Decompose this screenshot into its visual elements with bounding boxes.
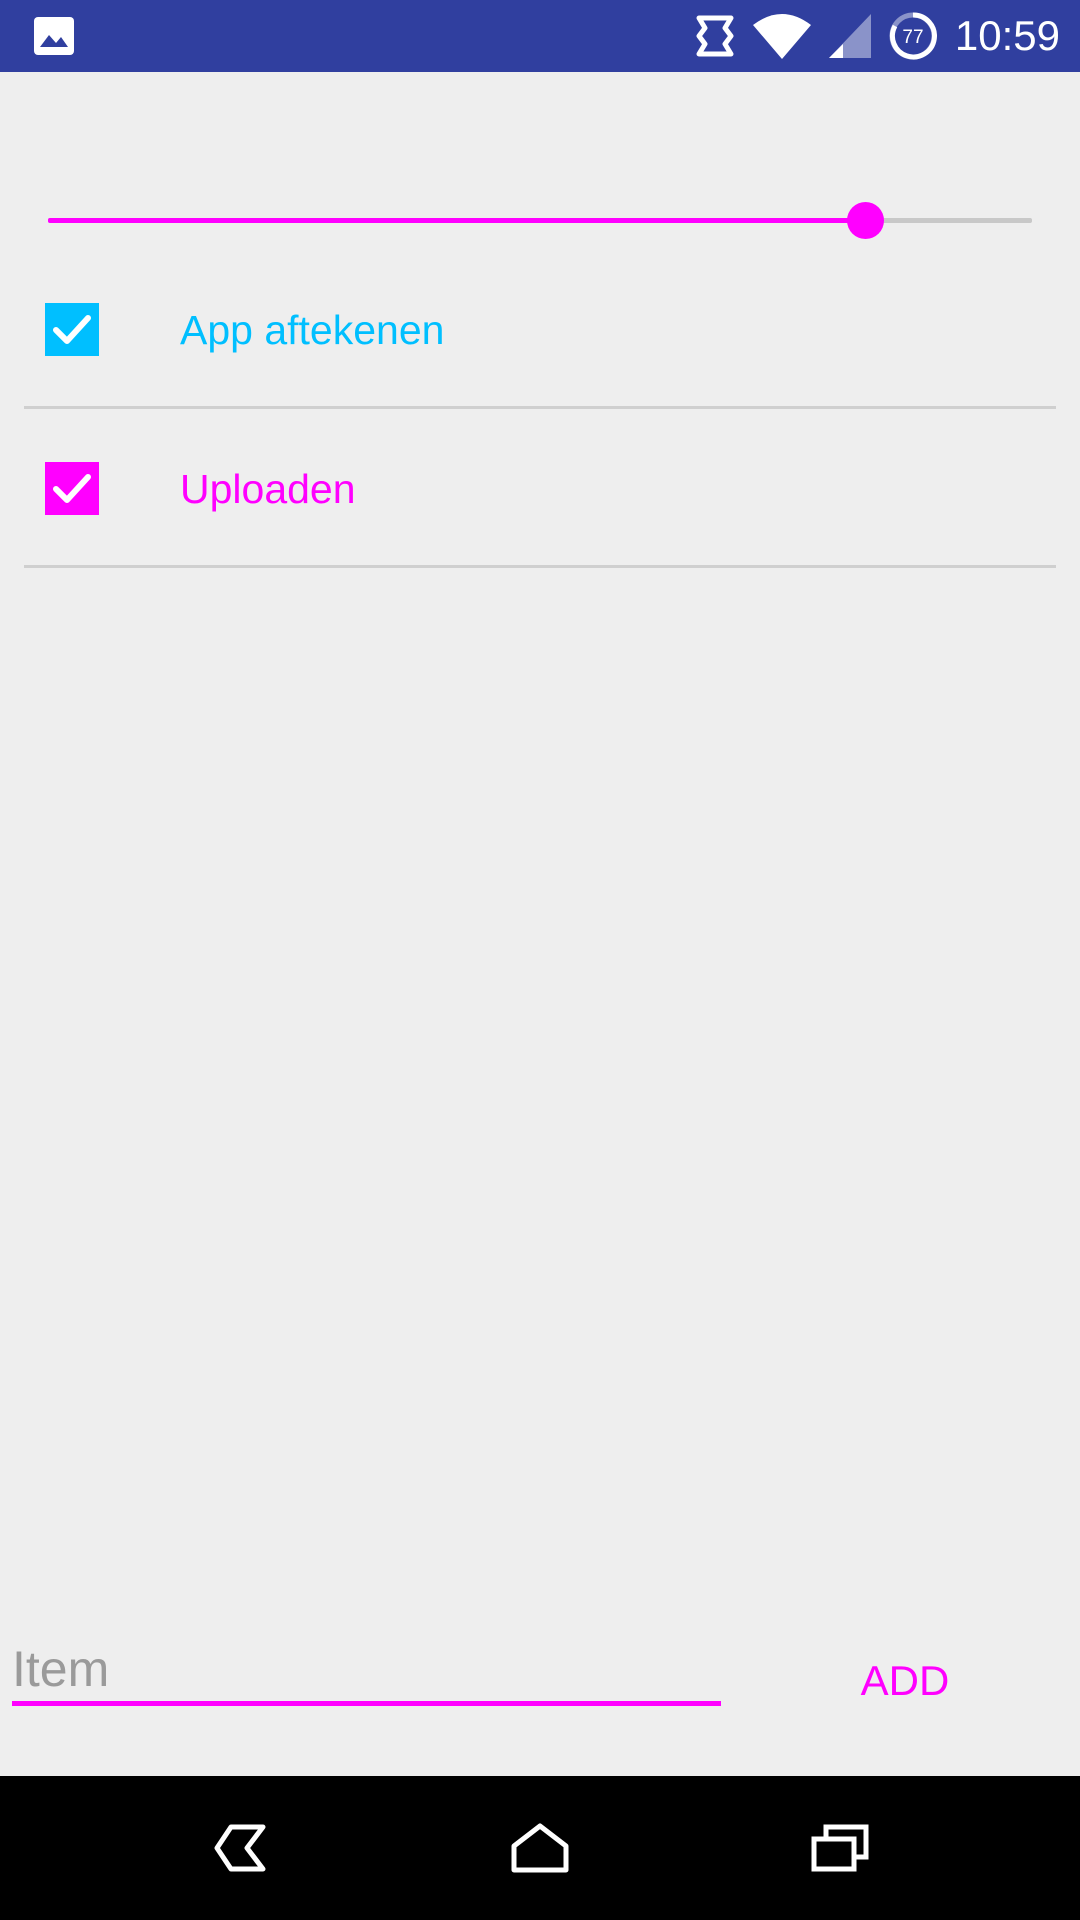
seek-slider[interactable]: [48, 198, 1032, 244]
battery-icon: 77: [889, 12, 937, 60]
back-icon: [214, 1824, 266, 1872]
checkmark-icon: [45, 462, 99, 515]
svg-text:77: 77: [902, 27, 923, 48]
checklist: App aftekenen Uploaden: [24, 250, 1056, 568]
home-icon: [511, 1823, 569, 1873]
checkmark-icon: [45, 303, 99, 356]
slider-fill: [48, 218, 865, 223]
list-item[interactable]: Uploaden: [24, 409, 1056, 568]
add-button[interactable]: ADD: [830, 1648, 980, 1714]
recents-icon: [811, 1824, 869, 1872]
item-input[interactable]: [12, 1636, 721, 1706]
screen: 77 10:59 App aftekenen Uploaden Item ADD: [0, 0, 1080, 1920]
list-item-label: App aftekenen: [180, 307, 445, 353]
cell-signal-icon: [828, 14, 871, 58]
status-icons: 77 10:59: [695, 0, 1060, 72]
status-bar: 77 10:59: [0, 0, 1080, 72]
navigation-bar: [0, 1776, 1080, 1920]
home-button[interactable]: [500, 1808, 580, 1888]
checkbox-checked[interactable]: [45, 462, 99, 515]
status-time: 10:59: [954, 12, 1060, 59]
wifi-icon: [752, 14, 811, 59]
slider-thumb[interactable]: [847, 202, 884, 239]
gallery-icon: [34, 17, 74, 55]
recents-button[interactable]: [800, 1808, 880, 1888]
list-item[interactable]: App aftekenen: [24, 250, 1056, 409]
back-button[interactable]: [201, 1808, 281, 1888]
list-item-label: Uploaden: [180, 466, 356, 512]
checkbox-checked[interactable]: [45, 303, 99, 356]
nfc-icon: [696, 15, 734, 57]
